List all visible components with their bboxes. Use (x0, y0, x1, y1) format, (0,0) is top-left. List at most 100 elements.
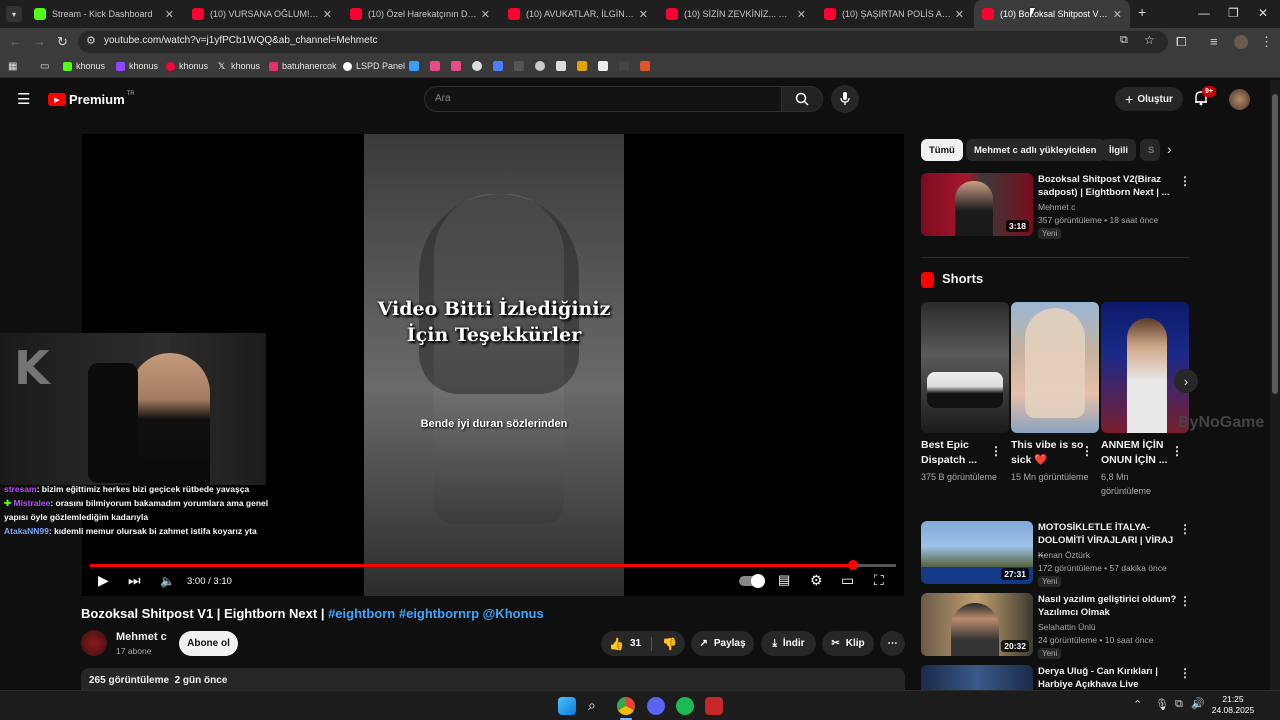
tab-close-icon[interactable]: ✕ (323, 8, 332, 21)
more-options-icon[interactable]: ⋮ (1179, 594, 1191, 608)
taskbar-search-icon[interactable]: ⌕ (588, 697, 606, 715)
bookmark-favicon-icon[interactable] (493, 61, 503, 71)
voice-search-button[interactable] (831, 85, 859, 113)
tray-chevron-up-icon[interactable]: ⌃ (1133, 698, 1142, 711)
video-hashtags[interactable]: #eightborn #eightbornrp @Khonus (328, 606, 544, 621)
search-button[interactable] (781, 86, 823, 112)
video-progress-bar[interactable] (90, 560, 896, 570)
bookmark-favicon-icon[interactable] (577, 61, 587, 71)
bookmark-batuhanercok[interactable]: batuhanercok (269, 61, 337, 71)
minimize-button[interactable]: — (1198, 6, 1210, 20)
bookmark-favicon-icon[interactable] (640, 61, 650, 71)
tab-close-icon[interactable]: ✕ (1113, 8, 1122, 21)
tab-list-dropdown-icon[interactable]: ▾ (6, 6, 22, 22)
bookmark-khonus-twitch[interactable]: khonus (116, 61, 158, 71)
browser-tab[interactable]: (10) AVUKATLAR, İLGİNÇ MAH ✕ (500, 0, 656, 28)
browser-tab[interactable]: Stream - Kick Dashboard ✕ (26, 0, 182, 28)
page-scrollbar[interactable] (1270, 80, 1280, 690)
channel-name[interactable]: Mehmet c (116, 631, 167, 643)
recommendation-thumbnail[interactable] (921, 665, 1033, 690)
extensions-icon[interactable]: ⧠ (1176, 34, 1186, 50)
spotify-icon[interactable] (676, 697, 694, 715)
scrollbar-thumb[interactable] (1272, 94, 1278, 394)
new-tab-button[interactable]: + (1138, 4, 1146, 20)
autoplay-toggle[interactable] (739, 574, 765, 588)
bookmark-khonus-kick[interactable]: khonus (63, 61, 105, 71)
bookmark-favicon-icon[interactable] (451, 61, 461, 71)
clip-button[interactable]: ✂ Klip (822, 631, 874, 656)
short-title[interactable]: Best Epic Dispatch ... (921, 438, 1001, 468)
browser-menu-icon[interactable]: ⋮ (1260, 34, 1273, 50)
browser-tab[interactable]: (10) SİZİN ZEVKİNİZ... YOK! - Yo ✕ (658, 0, 814, 28)
youtube-premium-logo[interactable]: ▶ Premium TR (48, 91, 135, 107)
reload-icon[interactable]: ↻ (57, 34, 68, 50)
bookmark-favicon-icon[interactable] (556, 61, 566, 71)
download-button[interactable]: ⤓ İndir (761, 631, 816, 656)
profile-avatar[interactable] (1234, 35, 1248, 49)
chip-more[interactable]: S (1140, 139, 1160, 161)
recommendation-thumbnail[interactable]: 20:32 (921, 593, 1033, 656)
tab-close-icon[interactable]: ✕ (639, 8, 648, 21)
discord-icon[interactable] (647, 697, 665, 715)
browser-tab[interactable]: (10) VURSANA OĞLUM! Türkiye ✕ (184, 0, 340, 28)
tab-close-icon[interactable]: ✕ (955, 8, 964, 21)
browser-tab[interactable]: (10) Özel Harekatçının Düğün I ✕ (342, 0, 498, 28)
folder-icon[interactable]: ▭ (40, 61, 49, 72)
next-video-icon[interactable]: ⏭ (128, 572, 141, 589)
progress-scrubber-handle[interactable] (848, 560, 859, 570)
tab-close-icon[interactable]: ✕ (165, 8, 174, 21)
dislike-button[interactable]: 👎 (652, 637, 677, 651)
recommendation-channel[interactable]: Kenan Öztürk (1038, 549, 1090, 562)
like-button[interactable]: 👍 31 (609, 636, 653, 651)
bookmark-star-icon[interactable]: ☆ (1144, 33, 1155, 47)
site-info-icon[interactable]: ⚙ (86, 34, 96, 47)
recommendation-channel[interactable]: Mehmet c (1038, 201, 1075, 214)
tab-close-icon[interactable]: ✕ (481, 8, 490, 21)
shorts-next-button[interactable]: › (1174, 369, 1198, 393)
bookmark-favicon-icon[interactable] (598, 61, 608, 71)
bookmark-lspd-panel[interactable]: LSPD Panel (343, 61, 405, 71)
theater-mode-icon[interactable]: ▭ (841, 572, 854, 589)
bookmark-favicon-icon[interactable] (619, 61, 629, 71)
browser-tab[interactable]: (10) ŞAŞIRTAN POLİS ANONSU ✕ (816, 0, 972, 28)
chip-related[interactable]: İlgili (1101, 139, 1136, 161)
recommendation-title[interactable]: Bozoksal Shitpost V2(Biraz sadpost) | Ei… (1038, 173, 1178, 199)
search-input[interactable]: Ara (424, 86, 782, 112)
address-bar[interactable]: ⚙ youtube.com/watch?v=j1yfPCb1WQQ&ab_cha… (78, 31, 1168, 53)
short-title[interactable]: ANNEM İÇİN ONUN İÇİN ... (1101, 438, 1181, 468)
app-icon[interactable] (705, 697, 723, 715)
short-thumbnail[interactable] (921, 302, 1009, 433)
tab-close-icon[interactable]: ✕ (797, 8, 806, 21)
bookmark-favicon-icon[interactable] (535, 61, 545, 71)
apps-grid-icon[interactable]: ▦ (8, 61, 17, 72)
more-options-icon[interactable]: ⋮ (1179, 174, 1191, 188)
more-actions-button[interactable]: ⋯ (880, 631, 905, 656)
chip-all[interactable]: Tümü (921, 139, 963, 161)
install-app-icon[interactable]: ⧉ (1120, 34, 1128, 47)
subtitles-icon[interactable]: ▤ (778, 572, 790, 588)
more-options-icon[interactable]: ⋮ (1179, 666, 1191, 680)
bookmark-favicon-icon[interactable] (472, 61, 482, 71)
chrome-icon[interactable] (617, 697, 635, 715)
taskbar-clock[interactable]: 21:25 24.08.2025 (1208, 694, 1258, 716)
tray-network-icon[interactable]: ⧉ (1175, 698, 1183, 711)
forward-icon[interactable]: → (33, 34, 46, 49)
media-control-icon[interactable]: ≡ (1210, 34, 1218, 49)
bookmark-favicon-icon[interactable] (514, 61, 524, 71)
volume-icon[interactable]: 🔈 (160, 574, 175, 588)
account-avatar[interactable] (1229, 89, 1250, 110)
share-button[interactable]: ↗ Paylaş (691, 631, 754, 656)
bookmark-khonus-x[interactable]: 𝕏khonus (218, 61, 260, 71)
subscribe-button[interactable]: Abone ol (179, 631, 238, 656)
recommendation-channel[interactable]: Selahattin Ünlü (1038, 621, 1096, 634)
notifications-button[interactable]: 9+ (1193, 86, 1216, 110)
chip-from-uploader[interactable]: Mehmet c adlı yükleyiciden (966, 139, 1105, 161)
bookmark-khonus-youtube[interactable]: khonus (166, 61, 208, 71)
hamburger-menu-icon[interactable]: ☰ (17, 90, 30, 108)
more-options-icon[interactable]: ⋮ (990, 444, 1002, 458)
more-options-icon[interactable]: ⋮ (1171, 444, 1183, 458)
recommendation-title[interactable]: Nasıl yazılım geliştirici oldum? Yazılım… (1038, 593, 1178, 619)
more-options-icon[interactable]: ⋮ (1179, 522, 1191, 536)
channel-avatar[interactable] (81, 630, 107, 656)
create-button[interactable]: + Oluştur (1115, 87, 1183, 111)
